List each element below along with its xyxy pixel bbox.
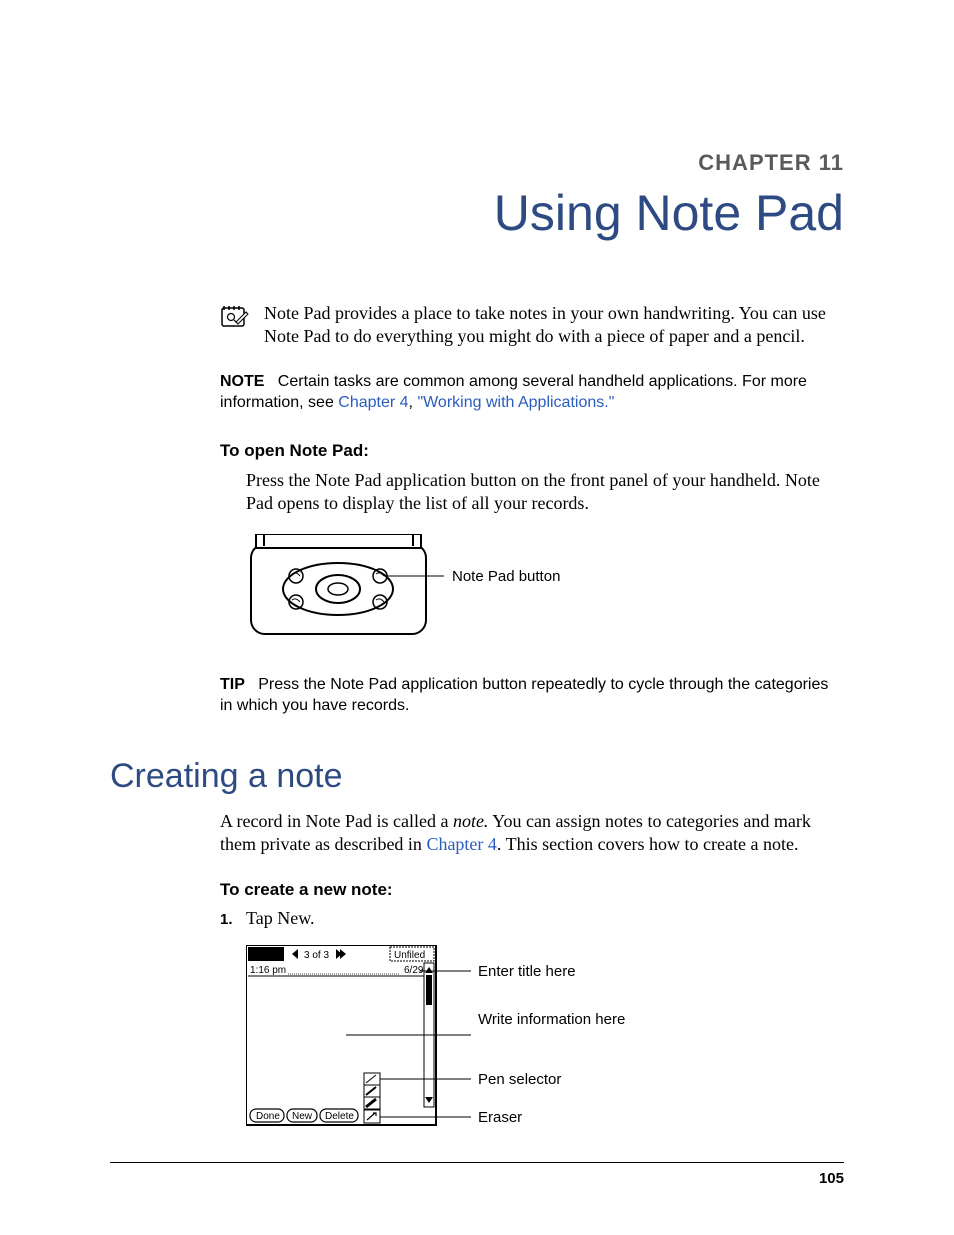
pda-screenshot-figure: Note 3 of 3 Unfiled 1:16 pm 6/29 — [246, 945, 844, 1145]
pda-category: Unfiled — [394, 950, 425, 961]
link-working-apps[interactable]: "Working with Applications." — [417, 394, 614, 411]
open-section: To open Note Pad: Press the Note Pad app… — [220, 440, 844, 644]
footer-rule — [110, 1162, 844, 1163]
chapter-label: CHAPTER 11 — [110, 150, 844, 176]
note-label: NOTE — [220, 373, 264, 390]
new-button: New — [287, 1109, 317, 1122]
intro-row: Note Pad provides a place to take notes … — [220, 302, 844, 349]
delete-button: Delete — [320, 1109, 358, 1122]
note-block: NOTE Certain tasks are common among seve… — [220, 371, 844, 414]
pda-counter: 3 of 3 — [304, 950, 329, 961]
step-1-text: Tap New. — [246, 908, 315, 929]
eraser-icon — [364, 1110, 380, 1123]
device-callout: Note Pad button — [452, 567, 560, 587]
callout-pen: Pen selector — [478, 1071, 561, 1089]
tip-block: TIP Press the Note Pad application butto… — [220, 674, 844, 717]
svg-text:Delete: Delete — [325, 1111, 354, 1122]
tip-label: TIP — [220, 676, 245, 693]
page-number: 105 — [819, 1170, 844, 1187]
svg-text:New: New — [292, 1111, 313, 1122]
callout-write: Write information here — [478, 1011, 625, 1029]
svg-text:Done: Done — [256, 1111, 280, 1122]
notepad-icon — [220, 304, 256, 335]
callout-title: Enter title here — [478, 963, 576, 981]
chapter-title: Using Note Pad — [110, 184, 844, 242]
step-1: 1. Tap New. — [220, 908, 844, 929]
section-para-italic: note. — [453, 811, 489, 831]
page: CHAPTER 11 Using Note Pad Note Pad provi… — [0, 0, 954, 1235]
callout-eraser: Eraser — [478, 1109, 522, 1127]
done-button: Done — [250, 1109, 284, 1122]
section-para: A record in Note Pad is called a note. Y… — [220, 810, 844, 857]
create-section: To create a new note: — [220, 879, 844, 902]
pda-header: Note — [251, 950, 274, 961]
link-chapter4-b[interactable]: Chapter 4 — [426, 834, 496, 854]
section-title: Creating a note — [110, 757, 844, 796]
pda-time: 1:16 pm — [250, 965, 286, 976]
device-figure: Note Pad button — [246, 534, 844, 644]
tip-text: Press the Note Pad application button re… — [220, 676, 828, 715]
intro-text: Note Pad provides a place to take notes … — [264, 302, 844, 349]
create-subhead: To create a new note: — [220, 879, 844, 902]
open-para: Press the Note Pad application button on… — [246, 469, 844, 516]
section-para-a: A record in Note Pad is called a — [220, 811, 453, 831]
pen-selector-icon — [364, 1073, 380, 1109]
step-1-num: 1. — [220, 911, 246, 928]
section-para-c: . This section covers how to create a no… — [497, 834, 799, 854]
open-subhead: To open Note Pad: — [220, 440, 844, 463]
link-chapter4[interactable]: Chapter 4 — [338, 394, 408, 411]
